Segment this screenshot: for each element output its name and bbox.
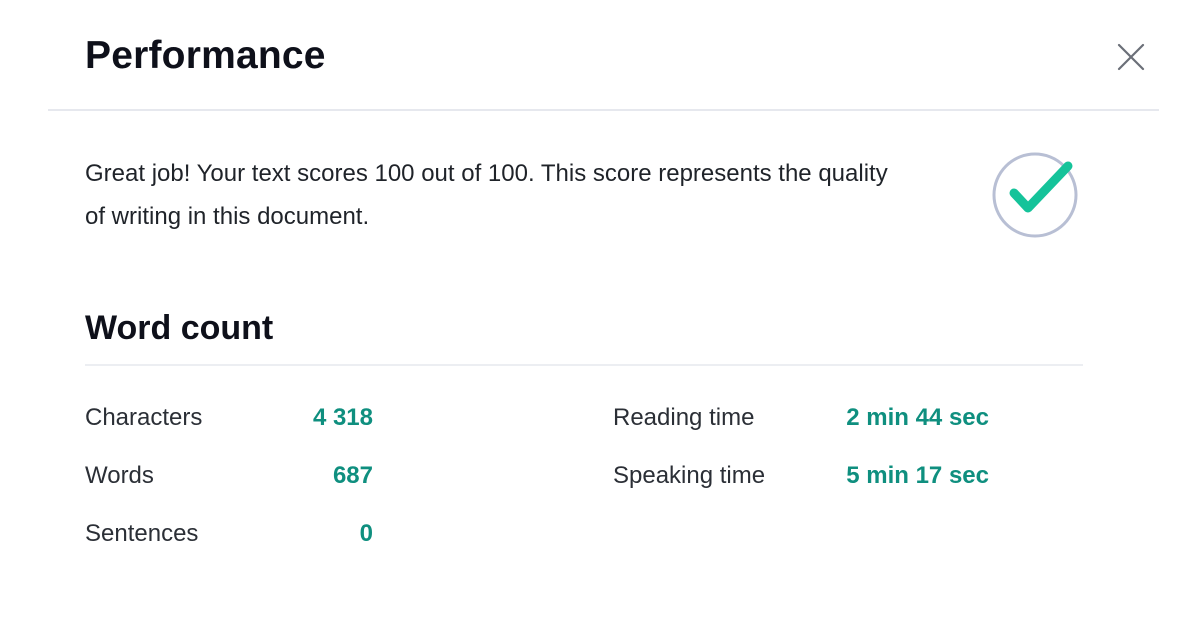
close-icon	[1117, 43, 1145, 71]
score-message: Great job! Your text scores 100 out of 1…	[85, 160, 888, 230]
stat-label-reading-time: Reading time	[613, 404, 755, 431]
dialog-title: Performance	[85, 34, 326, 77]
stat-value-reading-time: 2 min 44 sec	[846, 404, 989, 431]
stat-label-speaking-time: Speaking time	[613, 462, 766, 489]
stat-value-words: 687	[332, 462, 373, 489]
word-count-title: Word count	[85, 309, 274, 347]
stat-label-characters: Characters	[85, 404, 203, 431]
stat-label-sentences: Sentences	[85, 520, 199, 547]
stat-value-sentences: 0	[359, 520, 373, 547]
close-button[interactable]	[1108, 34, 1154, 80]
stat-value-speaking-time: 5 min 17 sec	[846, 462, 989, 489]
performance-dialog: Performance Great job! Your text scores …	[0, 0, 1200, 630]
section-divider	[85, 364, 1083, 366]
stat-label-words: Words	[85, 462, 154, 489]
check-circle-icon	[988, 148, 1084, 244]
stat-value-characters: 4 318	[312, 404, 373, 431]
header-divider	[48, 109, 1159, 111]
